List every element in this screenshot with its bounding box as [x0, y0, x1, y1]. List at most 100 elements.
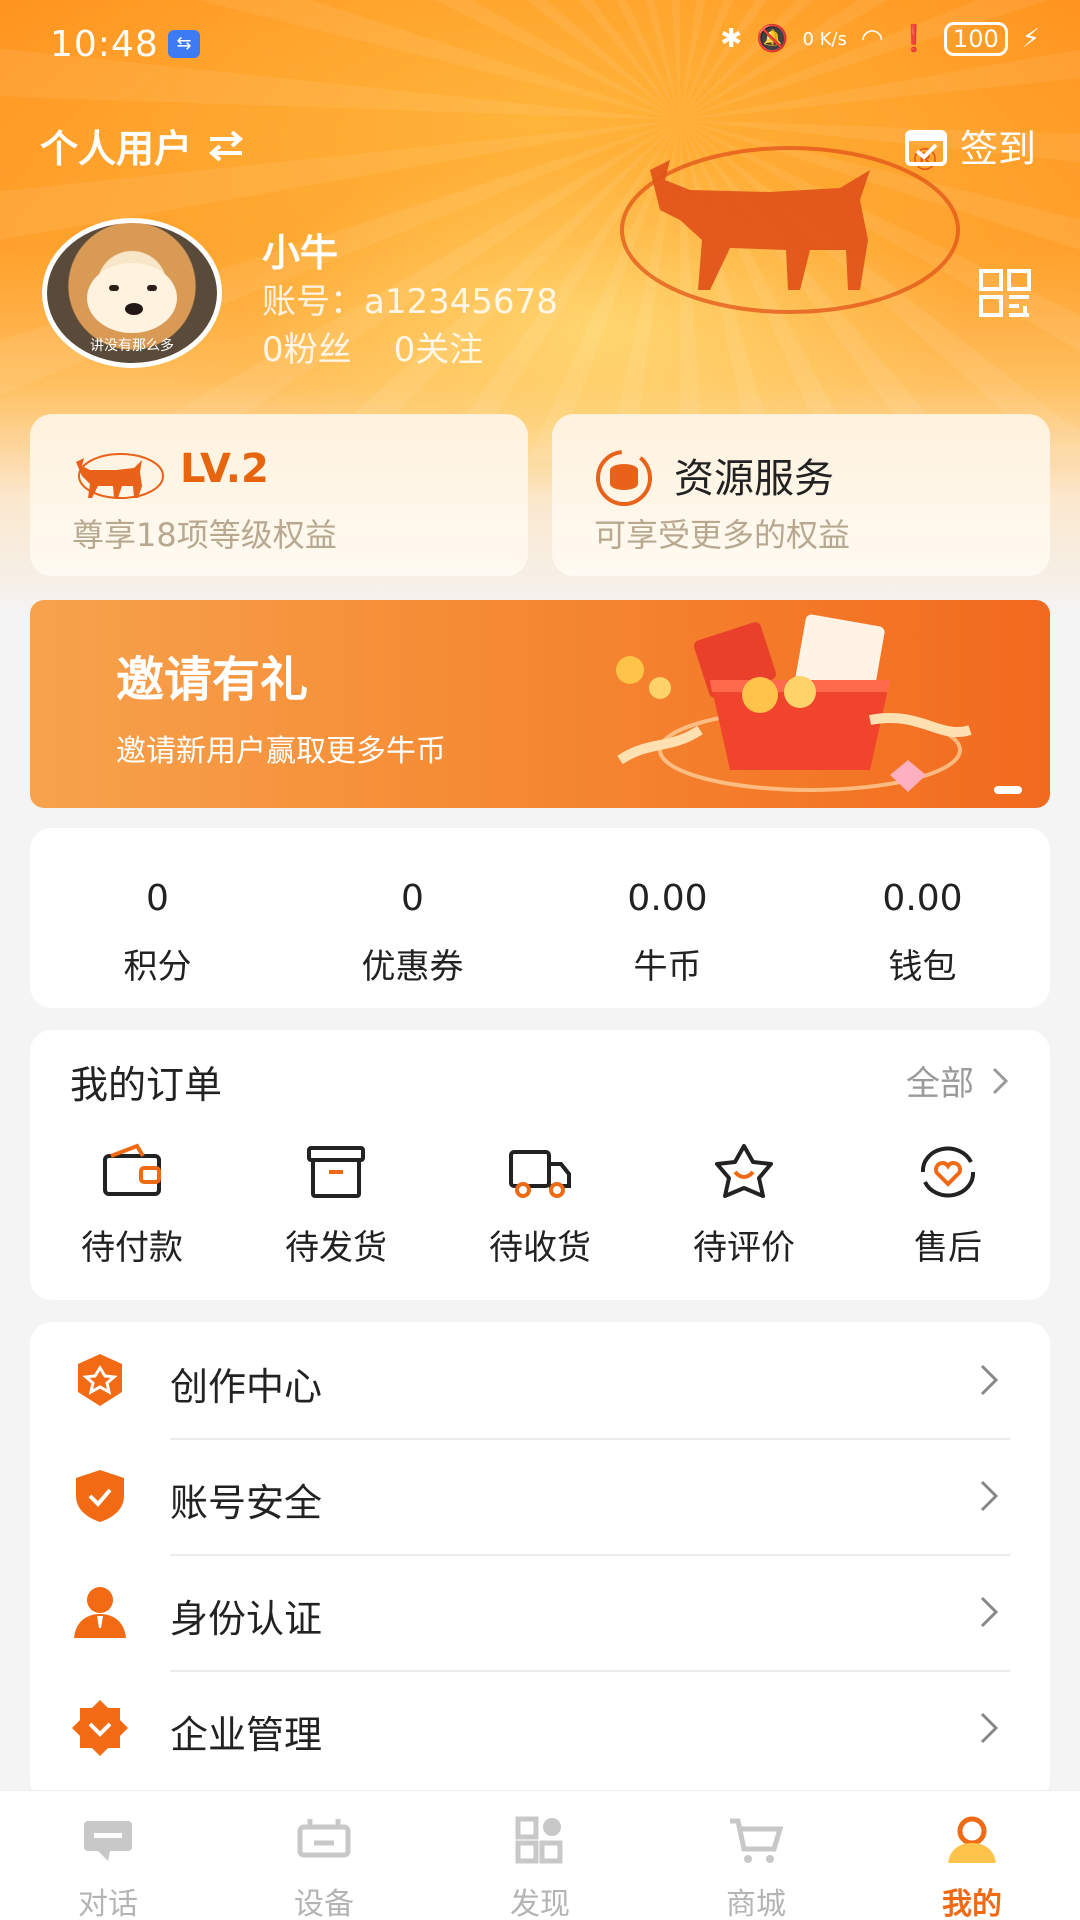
tab-label: 对话 [78, 1887, 138, 1920]
order-pending-review[interactable]: 待评价 [642, 1142, 846, 1269]
menu-label: 创作中心 [170, 1365, 323, 1409]
profile-icon [948, 1816, 996, 1863]
gift-basket-icon [616, 614, 972, 792]
followers-count[interactable]: 0粉丝 [262, 322, 352, 371]
menu-item-identity-verification[interactable]: 身份认证 [30, 1554, 1050, 1670]
database-icon [596, 450, 652, 506]
person-icon [74, 1587, 126, 1638]
my-orders-panel: 我的订单 全部 待付款 待发货 待收货 待评价 售后 [30, 1030, 1050, 1300]
aftersale-icon [920, 1146, 976, 1198]
order-label: 待评价 [693, 1228, 795, 1268]
order-status-row: 待付款 待发货 待收货 待评价 售后 [30, 1142, 1050, 1269]
tab-mall[interactable]: 商城 [648, 1791, 864, 1920]
orders-view-all[interactable]: 全部 [906, 1056, 1010, 1105]
swap-arrows-icon [208, 129, 244, 162]
follow-stats: 0粉丝 0关注 [262, 322, 483, 371]
order-pending-payment[interactable]: 待付款 [30, 1142, 234, 1269]
level-card[interactable]: LV.2 尊享18项等级权益 [30, 414, 528, 576]
stat-value: 0.00 [627, 878, 708, 919]
banner-page-indicator [994, 786, 1022, 794]
tab-label: 商城 [726, 1887, 786, 1920]
stat-wallet[interactable]: 0.00 钱包 [795, 828, 1050, 1008]
shield-icon [76, 1470, 124, 1522]
tab-discover[interactable]: 发现 [432, 1791, 648, 1920]
usb-icon: ⇆ [168, 30, 200, 58]
level-subtitle: 尊享18项等级权益 [72, 516, 337, 554]
menu-item-enterprise-management[interactable]: 企业管理 [30, 1670, 1050, 1786]
order-pending-shipment[interactable]: 待发货 [234, 1142, 438, 1269]
status-bar: 10:48 ⇆ ✱ 🔕 0 K/s ◠ ❗ 100 ⚡ [0, 0, 1080, 90]
bottom-tab-bar: 对话 设备 发现 商城 我的 [0, 1790, 1080, 1920]
create-icon [78, 1354, 122, 1406]
username: 小牛 [262, 231, 339, 275]
orders-all-label: 全部 [906, 1064, 974, 1104]
tab-chat[interactable]: 对话 [0, 1791, 216, 1920]
wallet-stats-panel: 0 积分 0 优惠券 0.00 牛币 0.00 钱包 [30, 828, 1050, 1008]
device-icon [297, 1819, 351, 1858]
stat-label: 优惠券 [361, 947, 464, 987]
menu-item-account-security[interactable]: 账号安全 [30, 1438, 1050, 1554]
avatar[interactable]: 讲没有那么多 [42, 218, 222, 368]
menu-label: 企业管理 [170, 1713, 323, 1757]
avatar-eye [109, 285, 119, 291]
order-pending-receipt[interactable]: 待收货 [438, 1142, 642, 1269]
stat-value: 0 [401, 878, 424, 919]
stat-points[interactable]: 0 积分 [30, 828, 285, 1008]
account-id-label: 账号： [262, 282, 364, 322]
stat-value: 0 [146, 878, 169, 919]
banner-subtitle: 邀请新用户赢取更多牛币 [116, 734, 446, 769]
chevron-right-icon [980, 1364, 999, 1396]
tab-label: 发现 [510, 1887, 570, 1920]
discover-icon [515, 1816, 563, 1864]
chat-icon [84, 1821, 132, 1861]
stat-coins[interactable]: 0.00 牛币 [540, 828, 795, 1008]
following-count[interactable]: 0关注 [394, 322, 484, 371]
chevron-right-icon [980, 1596, 999, 1628]
charging-icon: ⚡ [1021, 24, 1040, 54]
wifi-icon: ◠ [860, 24, 884, 54]
battery-level: 100 [943, 22, 1008, 56]
resource-service-card[interactable]: 资源服务 可享受更多的权益 [552, 414, 1050, 576]
level-title: LV.2 [180, 446, 269, 492]
settings-menu-panel: 创作中心 账号安全 身份认证 企业管理 [30, 1322, 1050, 1802]
order-label: 售后 [914, 1228, 982, 1268]
order-after-sale[interactable]: 售后 [846, 1142, 1050, 1269]
mute-bell-icon: 🔕 [756, 24, 789, 54]
order-label: 待发货 [285, 1228, 387, 1268]
chevron-right-icon [980, 1480, 999, 1512]
menu-label: 身份认证 [170, 1597, 323, 1641]
tab-device[interactable]: 设备 [216, 1791, 432, 1920]
avatar-nose [125, 303, 143, 315]
chevron-right-icon [992, 1067, 1009, 1094]
status-time: 10:48 [50, 24, 159, 65]
calendar-check-icon [904, 129, 947, 166]
resource-title: 资源服务 [674, 456, 834, 502]
bluetooth-icon: ✱ [720, 24, 743, 54]
level-bull-icon [76, 453, 164, 499]
cart-icon [730, 1818, 784, 1863]
alert-icon: ❗ [897, 24, 930, 54]
star-icon [715, 1144, 773, 1198]
menu-label: 账号安全 [170, 1481, 323, 1525]
qr-code-icon[interactable] [978, 268, 1032, 318]
stat-coupons[interactable]: 0 优惠券 [285, 828, 540, 1008]
checkin-button[interactable]: 签到 [904, 118, 1036, 173]
tab-label: 我的 [942, 1887, 1002, 1920]
invite-banner[interactable]: 邀请有礼 邀请新用户赢取更多牛币 [30, 600, 1050, 808]
stat-label: 牛币 [633, 947, 702, 987]
chevron-right-icon [980, 1712, 999, 1744]
order-label: 待付款 [81, 1228, 183, 1268]
tab-profile[interactable]: 我的 [864, 1791, 1080, 1920]
status-icons: ✱ 🔕 0 K/s ◠ ❗ 100 ⚡ [720, 22, 1040, 56]
box-icon [307, 1146, 365, 1198]
stat-label: 钱包 [888, 947, 957, 987]
avatar-caption: 讲没有那么多 [90, 338, 174, 354]
avatar-eye [147, 285, 157, 291]
banner-title: 邀请有礼 [116, 652, 309, 708]
account-type-switch[interactable]: 个人用户 [40, 118, 246, 173]
orders-title: 我的订单 [70, 1063, 223, 1107]
wallet-icon [103, 1143, 161, 1196]
menu-item-creation-center[interactable]: 创作中心 [30, 1322, 1050, 1438]
truck-icon [509, 1150, 571, 1198]
account-id: a12345678 [364, 282, 558, 322]
